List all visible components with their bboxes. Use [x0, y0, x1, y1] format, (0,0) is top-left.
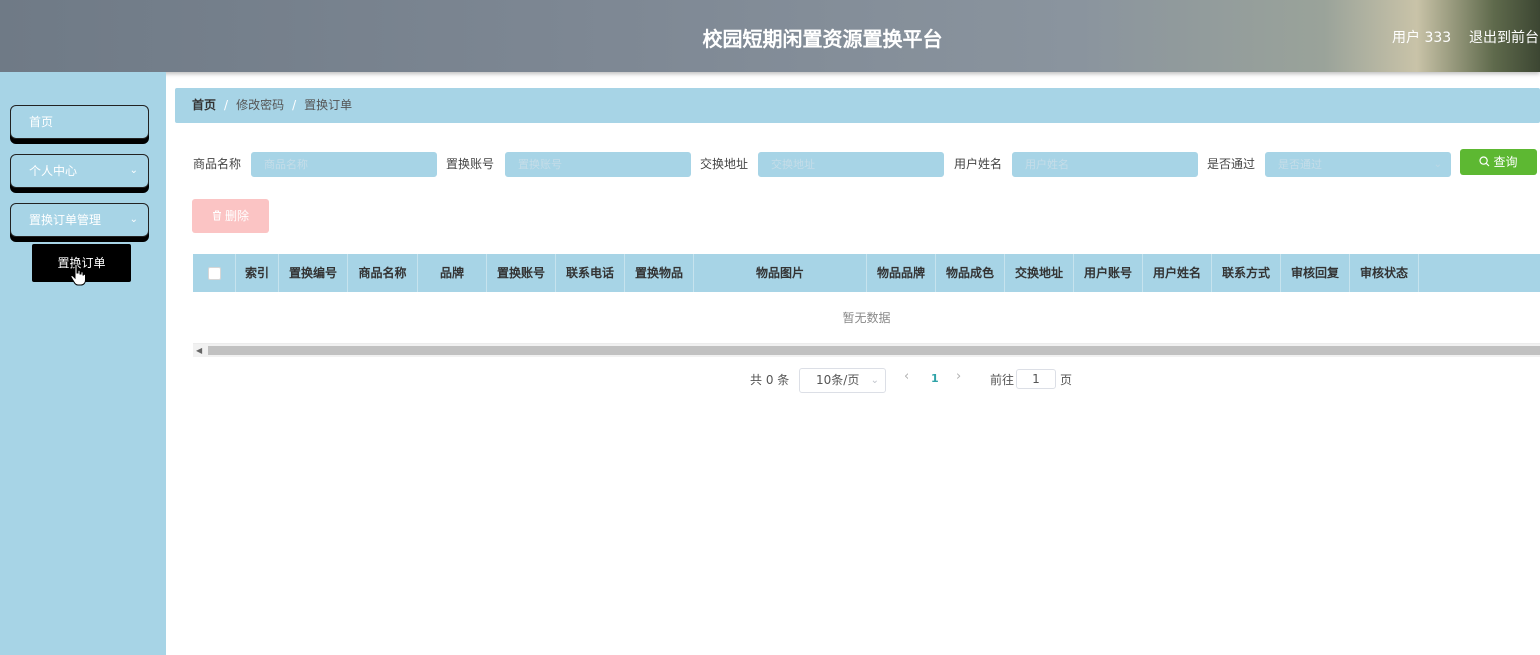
column-header: 置换物品	[625, 254, 694, 292]
logout-link[interactable]: 退出到前台	[1469, 27, 1539, 47]
exchange-address-label: 交换地址	[700, 157, 749, 171]
goto-label: 前往	[990, 373, 1015, 387]
approval-status-select[interactable]: 是否通过 ⌄	[1265, 152, 1451, 177]
column-header: 置换编号	[279, 254, 348, 292]
chevron-down-icon: ⌄	[129, 165, 138, 176]
column-header: 商品名称	[348, 254, 418, 292]
scroll-left-icon[interactable]: ◀	[196, 344, 202, 357]
exchange-account-label: 置换账号	[446, 157, 495, 171]
page-number-current[interactable]: 1	[931, 372, 939, 385]
breadcrumb-item-change-password[interactable]: 修改密码	[236, 98, 284, 112]
site-title: 校园短期闲置资源置换平台	[702, 27, 943, 51]
trash-icon	[212, 210, 221, 221]
column-header: 联系电话	[556, 254, 625, 292]
empty-state: 暂无数据	[193, 292, 1540, 344]
chevron-down-icon: ⌄	[870, 375, 879, 386]
exchange-address-input[interactable]	[758, 152, 944, 177]
delete-button[interactable]: 删除	[192, 199, 269, 233]
product-name-label: 商品名称	[193, 157, 242, 171]
approval-status-placeholder: 是否通过	[1278, 158, 1322, 171]
search-button-label: 查询	[1493, 155, 1518, 169]
column-header: 交换地址	[1005, 254, 1074, 292]
breadcrumb-item-exchange-order: 置换订单	[304, 98, 353, 112]
column-header: 联系方式	[1212, 254, 1281, 292]
page-suffix-label: 页	[1060, 373, 1073, 387]
chevron-down-icon: ⌄	[1433, 159, 1442, 170]
approval-status-label: 是否通过	[1207, 157, 1256, 171]
hand-cursor-icon	[70, 264, 86, 286]
column-header: 置换账号	[487, 254, 556, 292]
sidebar-item-label: 置换订单管理	[29, 213, 102, 227]
top-header: 校园短期闲置资源置换平台 用户 333 退出到前台	[0, 0, 1540, 72]
goto-page-input[interactable]: 1	[1016, 369, 1056, 389]
column-header: 用户账号	[1074, 254, 1143, 292]
column-header: 品牌	[418, 254, 487, 292]
chevron-down-icon: ⌄	[129, 214, 138, 225]
table-header: 索引 置换编号 商品名称 品牌 置换账号 联系电话 置换物品 物品图片 物品品牌…	[193, 254, 1540, 292]
product-name-input[interactable]	[251, 152, 437, 177]
column-header: 物品品牌	[867, 254, 936, 292]
column-header: 索引	[236, 254, 279, 292]
breadcrumb-separator: /	[224, 98, 229, 112]
user-name-input[interactable]	[1012, 152, 1198, 177]
next-page-icon[interactable]: ›	[956, 369, 961, 384]
exchange-account-input[interactable]	[505, 152, 691, 177]
user-name-label: 用户姓名	[954, 157, 1003, 171]
page-size-value: 10条/页	[816, 373, 860, 387]
horizontal-scrollbar[interactable]: ◀	[193, 344, 1540, 357]
page-size-select[interactable]: 10条/页 ⌄	[799, 368, 886, 393]
sidebar-item-exchange-order-management[interactable]: 置换订单管理 ⌄	[10, 203, 149, 237]
scrollbar-thumb[interactable]	[208, 346, 1540, 355]
user-name: 用户 333	[1392, 30, 1452, 46]
column-header: 用户姓名	[1143, 254, 1212, 292]
breadcrumb: 首页 / 修改密码 / 置换订单	[175, 88, 1540, 123]
column-header: 审核回复	[1281, 254, 1350, 292]
breadcrumb-separator: /	[292, 98, 297, 112]
search-icon	[1479, 156, 1490, 167]
sidebar-item-personal-center[interactable]: 个人中心 ⌄	[10, 154, 149, 188]
select-all-checkbox[interactable]	[207, 266, 221, 280]
column-header: 物品成色	[936, 254, 1005, 292]
breadcrumb-home[interactable]: 首页	[192, 98, 216, 112]
prev-page-icon[interactable]: ‹	[904, 369, 909, 384]
delete-button-label: 删除	[224, 209, 249, 223]
sidebar-item-home[interactable]: 首页	[10, 105, 149, 139]
sidebar-item-label: 个人中心	[29, 164, 78, 178]
column-header: 审核状态	[1350, 254, 1419, 292]
pagination-total: 共 0 条	[750, 373, 790, 387]
sidebar-item-label: 首页	[29, 115, 54, 129]
search-button[interactable]: 查询	[1460, 149, 1537, 175]
select-all-cell	[193, 254, 236, 292]
column-header-actions	[1419, 254, 1537, 292]
column-header: 物品图片	[694, 254, 867, 292]
